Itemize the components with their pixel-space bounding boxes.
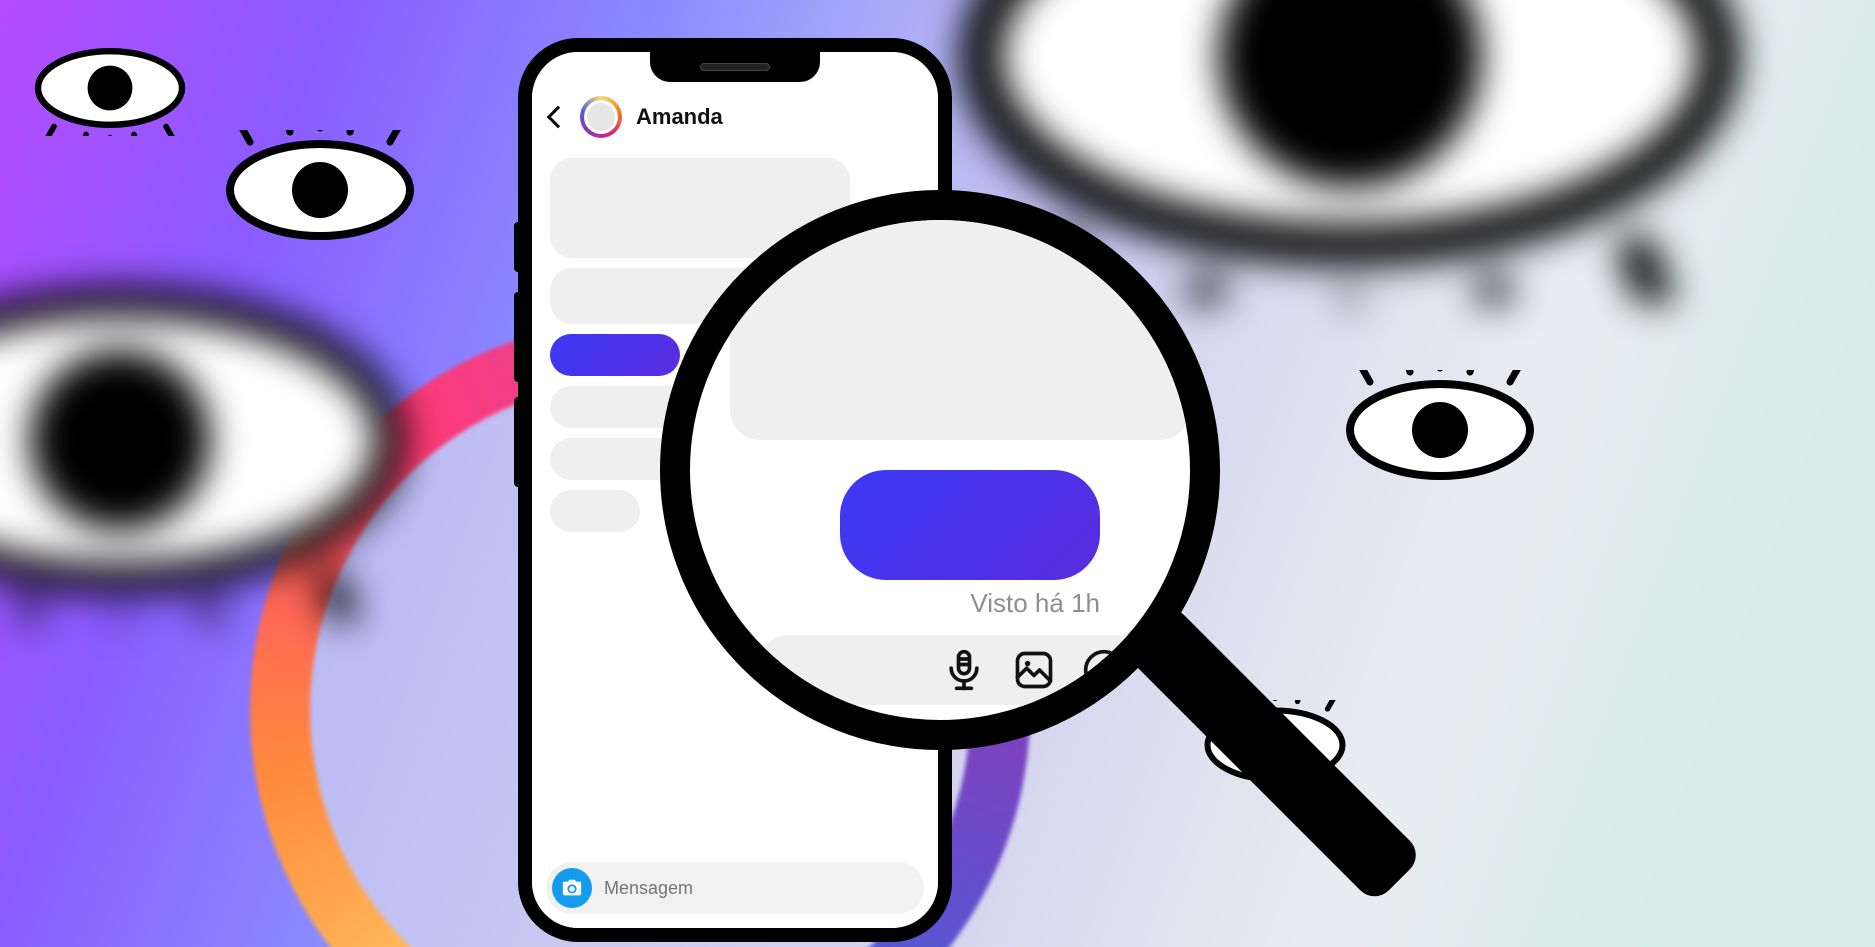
camera-button[interactable] — [552, 868, 592, 908]
seen-status: Visto há 1h — [970, 588, 1100, 619]
magnified-received-bubble — [730, 220, 1190, 440]
magnified-sent-bubble — [840, 470, 1100, 580]
phone-notch — [650, 52, 820, 82]
magnified-composer-toolbar — [760, 635, 1150, 705]
plus-icon[interactable] — [1082, 648, 1126, 692]
eye-icon — [220, 130, 420, 250]
eye-icon — [0, 260, 420, 620]
back-icon[interactable] — [547, 106, 570, 129]
contact-name[interactable]: Amanda — [636, 104, 723, 130]
avatar[interactable] — [580, 96, 622, 138]
magnifier: Visto há 1h — [660, 190, 1440, 947]
illustration-stage: Amanda Visto há 1h — [0, 0, 1875, 947]
message-bubble-received[interactable] — [550, 490, 640, 532]
phone-side-button — [514, 222, 522, 272]
phone-side-button — [514, 292, 522, 382]
mic-icon[interactable] — [942, 648, 986, 692]
eye-icon — [30, 40, 190, 136]
image-icon[interactable] — [1012, 648, 1056, 692]
magnifier-handle — [1120, 601, 1424, 905]
phone-speaker — [700, 63, 770, 71]
phone-side-button — [514, 397, 522, 487]
